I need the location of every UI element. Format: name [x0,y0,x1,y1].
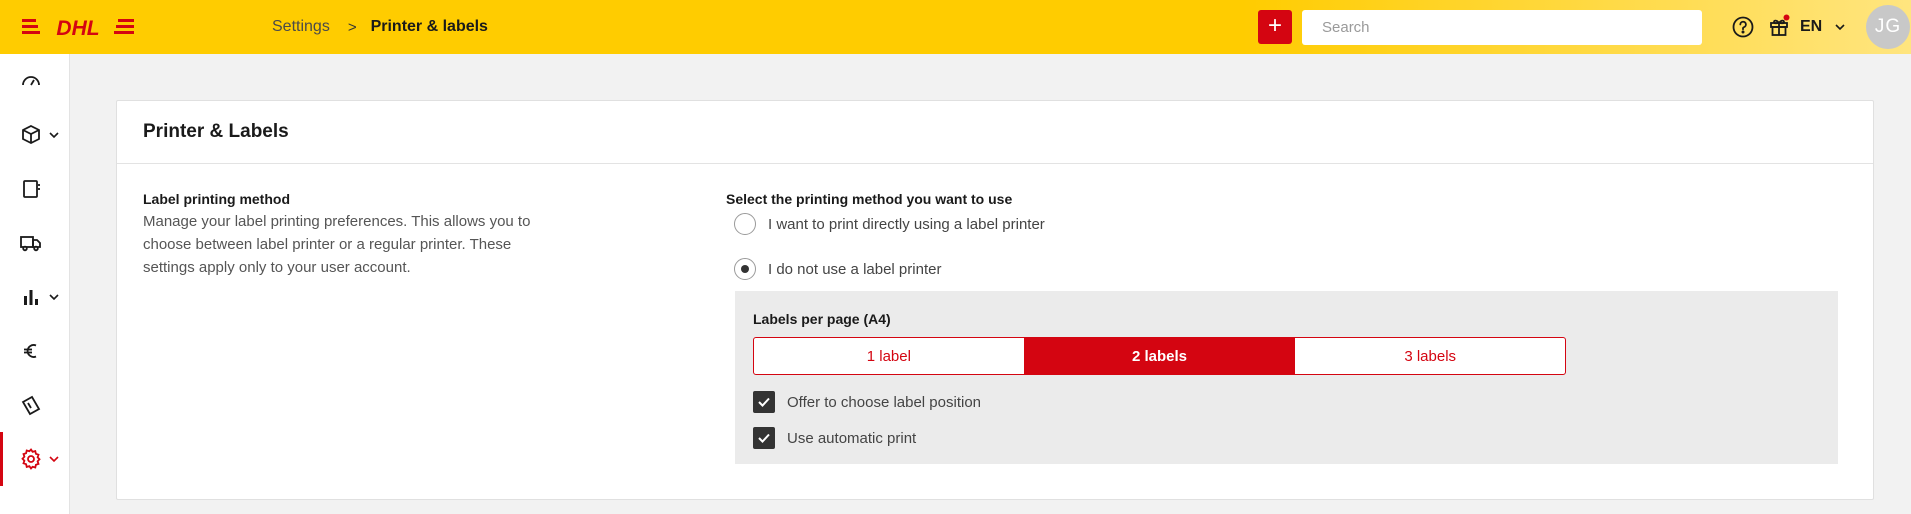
check-icon [758,397,770,407]
checkbox-checked[interactable] [753,391,775,413]
package-icon [22,124,40,145]
breadcrumb-current: Printer & labels [370,18,488,35]
search-input[interactable] [1302,10,1702,45]
labels-options-panel: Labels per page (A4) 1 label 2 labels 3 … [735,291,1838,464]
radio-label: I want to print directly using a label p… [768,215,1045,233]
divider [117,163,1873,164]
bar-chart-icon [24,290,38,305]
breadcrumb-separator: > [347,18,357,36]
chevron-down-icon [1835,24,1845,31]
checkbox-label: Use automatic print [787,429,917,447]
method-title: Select the printing method you want to u… [726,191,1013,207]
checkbox-checked[interactable] [753,427,775,449]
avatar-initials: JG [1874,16,1902,37]
svg-text:DHL: DHL [56,17,99,40]
checkbox-label: Offer to choose label position [787,393,982,411]
breadcrumb-settings-link[interactable]: Settings [272,18,330,36]
radio-no-label-printer[interactable]: I do not use a label printer [734,258,941,280]
radio-label: I do not use a label printer [768,260,942,278]
ticket-icon [21,395,41,416]
gift-icon[interactable] [1767,14,1791,38]
plus-icon: + [1267,12,1282,39]
avatar[interactable]: JG [1866,5,1910,49]
sidebar-item-pickups[interactable] [0,216,69,270]
language-selector[interactable]: EN [1800,0,1846,54]
option-3-labels[interactable]: 3 labels [1295,338,1565,374]
sidebar-item-vouchers[interactable] [0,378,69,432]
check-icon [758,433,770,443]
printing-method-section: Select the printing method you want to u… [726,191,1846,464]
radio-label-printer[interactable]: I want to print directly using a label p… [734,213,1045,235]
top-header: DHL Settings > Printer & labels + EN JG [0,0,1911,54]
option-2-labels[interactable]: 2 labels [1024,338,1296,374]
notification-dot [1783,14,1790,21]
chevron-down-icon [49,294,59,301]
address-book-icon [23,180,40,198]
printer-labels-card: Printer & Labels Label printing method M… [116,100,1874,500]
section-title: Label printing method [143,191,290,207]
sidebar-item-settings[interactable] [0,432,69,486]
page-title: Printer & Labels [143,121,289,142]
sidebar-item-shipments[interactable] [0,108,69,162]
section-intro: Label printing method Manage your label … [143,191,543,279]
euro-icon [24,344,37,358]
sidebar-item-dashboard[interactable] [0,54,69,108]
labels-per-page-selector: 1 label 2 labels 3 labels [753,337,1566,375]
question-circle-icon[interactable] [1731,15,1755,39]
breadcrumb: Settings > Printer & labels [272,0,488,54]
sidebar-item-address-book[interactable] [0,162,69,216]
option-1-label[interactable]: 1 label [754,338,1025,374]
sidebar [0,54,70,514]
radio-button-selected[interactable] [734,258,756,280]
section-description: Manage your label printing preferences. … [143,213,531,276]
chevron-down-icon [49,456,59,463]
checkbox-label-position[interactable]: Offer to choose label position [753,391,981,413]
labels-per-page-title: Labels per page (A4) [753,311,891,327]
add-button[interactable]: + [1258,10,1292,44]
gear-icon [21,448,41,470]
chevron-down-icon [49,132,59,139]
language-label: EN [1800,18,1823,35]
truck-icon [20,236,41,252]
sidebar-item-billing[interactable] [0,324,69,378]
checkbox-automatic-print[interactable]: Use automatic print [753,427,916,449]
sidebar-item-reports[interactable] [0,270,69,324]
dhl-logo[interactable]: DHL [22,14,134,40]
dashboard-gauge-icon [22,76,40,86]
radio-button[interactable] [734,213,756,235]
